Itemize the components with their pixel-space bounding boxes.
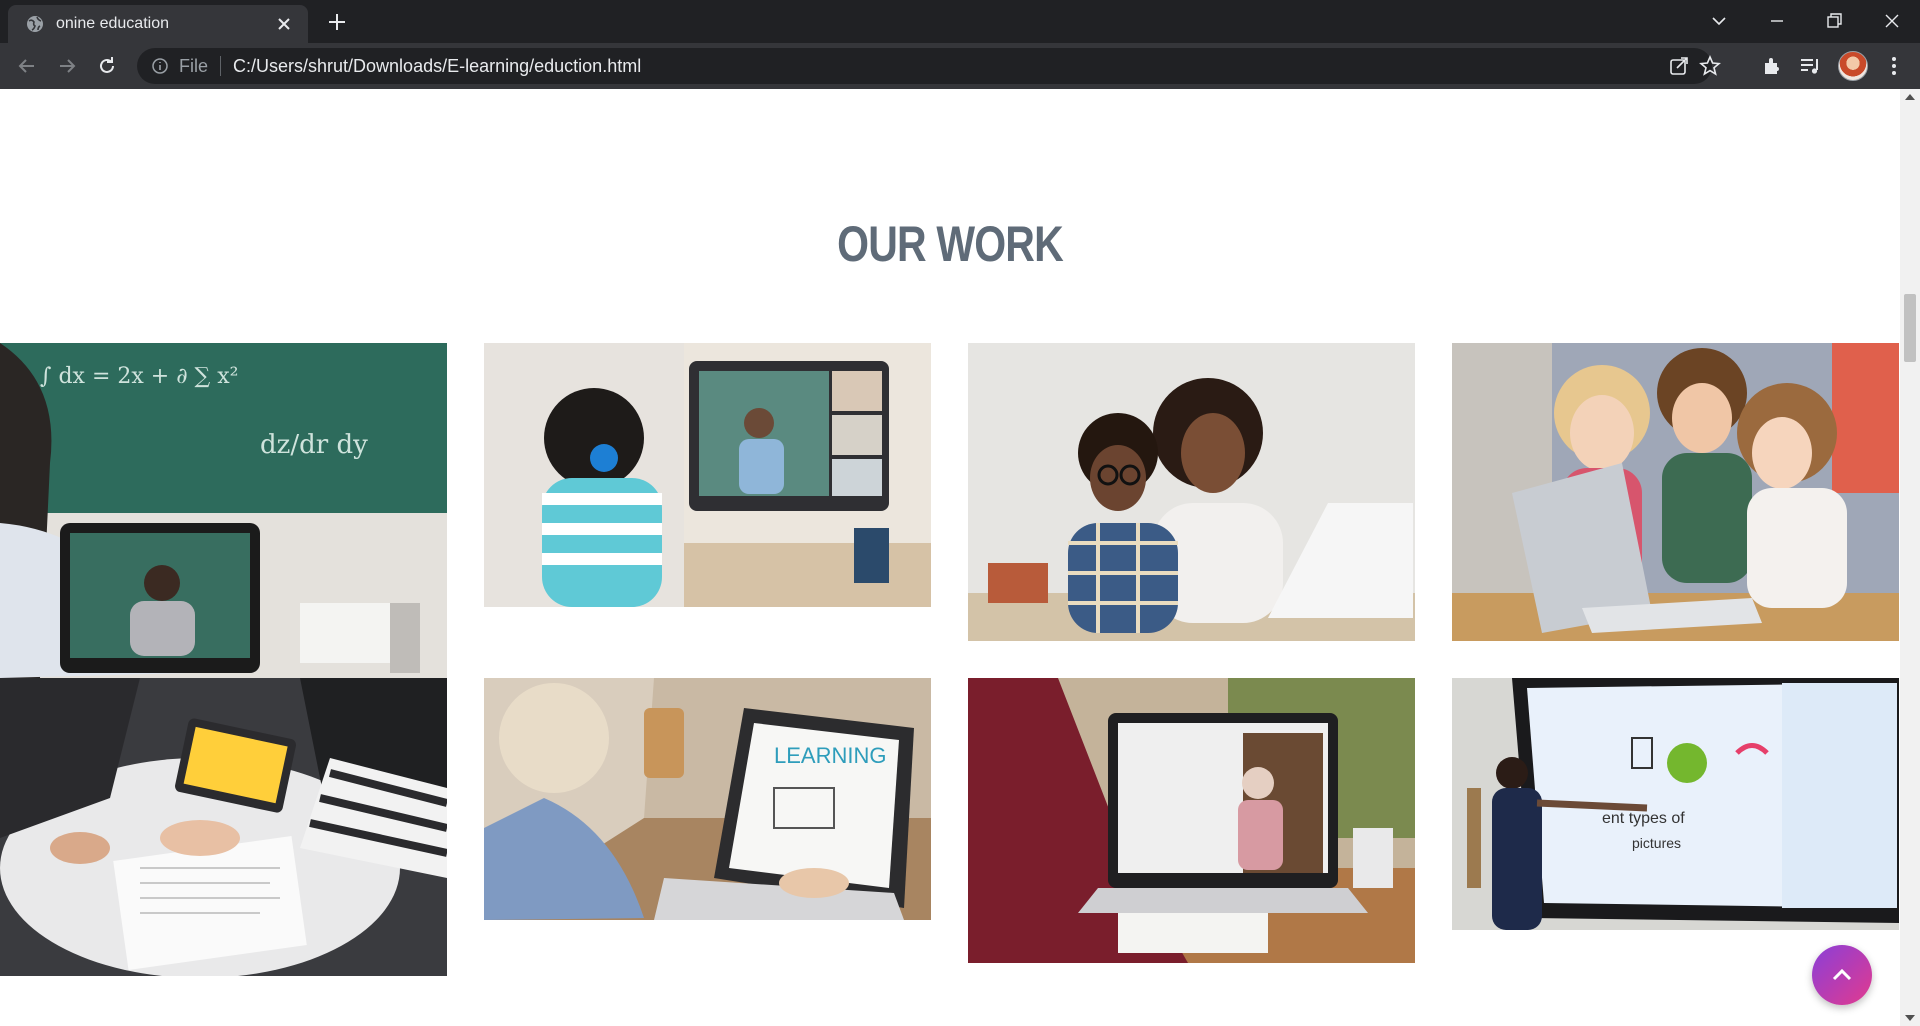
address-bar[interactable]: File C:/Users/shrut/Downloads/E-learning…	[137, 48, 1721, 84]
tab-title: onine education	[56, 15, 169, 32]
gallery-image-tablet-tutor[interactable]: ∫ dx = 2x + ∂ ∑ x² dz/dr dy	[0, 343, 447, 678]
gallery-image-kids-laptop[interactable]	[1452, 343, 1899, 641]
info-icon[interactable]	[151, 57, 169, 75]
chevron-up-icon	[1832, 968, 1852, 981]
url-text[interactable]: C:/Users/shrut/Downloads/E-learning/educ…	[233, 56, 641, 77]
section-title: OUR WORK	[837, 216, 1064, 272]
restore-icon[interactable]	[1822, 9, 1846, 33]
gallery-image-boy-video-call[interactable]	[484, 343, 931, 607]
forward-icon[interactable]	[55, 54, 79, 78]
url-scheme-label: File	[179, 55, 209, 76]
extensions-icon[interactable]	[1760, 54, 1784, 78]
gallery-image-learning-laptop[interactable]: LEARNING	[484, 678, 931, 920]
gallery-image-online-lecture[interactable]	[968, 678, 1415, 963]
browser-tab[interactable]: onine education	[8, 5, 308, 43]
tab-search-icon[interactable]	[1707, 9, 1731, 33]
close-window-icon[interactable]	[1880, 9, 1904, 33]
svg-text:dz/dr dy: dz/dr dy	[260, 430, 368, 460]
browser-toolbar: File C:/Users/shrut/Downloads/E-learning…	[0, 43, 1920, 89]
profile-avatar[interactable]	[1838, 51, 1868, 81]
scroll-up-arrow-icon[interactable]	[1905, 93, 1915, 101]
gallery-image-mother-son-laptop[interactable]	[968, 343, 1415, 641]
browser-tabstrip: onine education	[0, 0, 1920, 43]
gallery-image-smartboard-girl[interactable]: ent types of pictures	[1452, 678, 1899, 930]
scroll-down-arrow-icon[interactable]	[1905, 1014, 1915, 1022]
back-icon[interactable]	[15, 54, 39, 78]
share-icon[interactable]	[1667, 54, 1691, 78]
scroll-to-top-button[interactable]	[1812, 945, 1872, 1005]
page-scrollbar[interactable]	[1900, 89, 1920, 1026]
globe-icon	[27, 16, 43, 32]
gallery-image-group-study[interactable]	[0, 678, 447, 976]
minimize-icon[interactable]	[1765, 9, 1789, 33]
svg-text:LEARNING: LEARNING	[774, 743, 886, 768]
omnibox-divider	[220, 56, 222, 76]
reload-icon[interactable]	[95, 54, 119, 78]
media-control-icon[interactable]	[1798, 54, 1822, 78]
svg-text:ent types of: ent types of	[1602, 810, 1685, 827]
scrollbar-thumb[interactable]	[1904, 294, 1916, 362]
svg-text:pictures: pictures	[1632, 835, 1681, 851]
more-menu-icon[interactable]	[1882, 54, 1906, 78]
close-tab-icon[interactable]	[274, 14, 294, 34]
page-viewport: OUR WORK ∫ dx = 2x + ∂ ∑ x² dz/dr dy LEA…	[0, 89, 1900, 1026]
bookmark-star-icon[interactable]	[1698, 54, 1722, 78]
svg-text:∫ dx = 2x + ∂ ∑ x²: ∫ dx = 2x + ∂ ∑ x²	[40, 364, 238, 389]
new-tab-icon[interactable]	[326, 11, 348, 33]
